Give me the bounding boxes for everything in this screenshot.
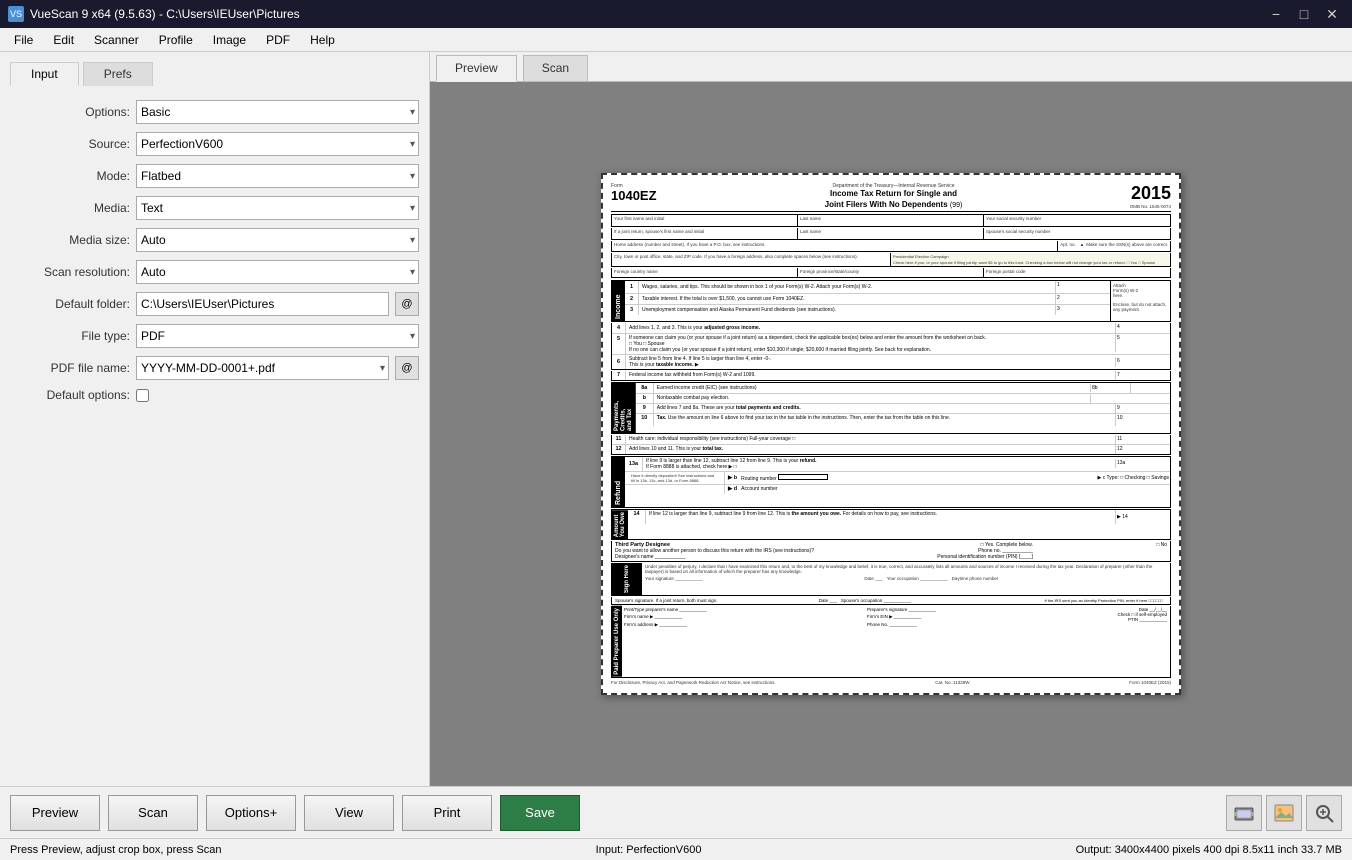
menu-image[interactable]: Image bbox=[203, 31, 256, 49]
image-icon-button[interactable] bbox=[1266, 795, 1302, 831]
menu-edit[interactable]: Edit bbox=[43, 31, 84, 49]
default-folder-input[interactable] bbox=[136, 292, 389, 316]
tab-input[interactable]: Input bbox=[10, 62, 79, 86]
menu-help[interactable]: Help bbox=[300, 31, 345, 49]
source-select-wrapper: PerfectionV600 Flatbed ▾ bbox=[136, 132, 419, 156]
media-size-row: Media size: Auto Letter A4 ▾ bbox=[10, 228, 419, 252]
default-folder-label: Default folder: bbox=[10, 297, 130, 311]
app-body: Input Prefs Options: Basic Standard Prof… bbox=[0, 52, 1352, 860]
media-row: Media: Text Photo ▾ bbox=[10, 196, 419, 220]
options-row: Options: Basic Standard Professional ▾ bbox=[10, 100, 419, 124]
scan-resolution-row: Scan resolution: Auto 300 600 ▾ bbox=[10, 260, 419, 284]
file-type-select-wrapper: PDF JPEG TIFF ▾ bbox=[136, 324, 419, 348]
media-label: Media: bbox=[10, 201, 130, 215]
zoom-icon bbox=[1313, 802, 1335, 824]
minimize-button[interactable]: − bbox=[1264, 4, 1288, 24]
default-options-row: Default options: bbox=[10, 388, 419, 402]
toolbar-icons bbox=[1226, 795, 1342, 831]
tab-prefs[interactable]: Prefs bbox=[83, 62, 153, 86]
image-icon bbox=[1273, 802, 1295, 824]
source-label: Source: bbox=[10, 137, 130, 151]
status-bar: Press Preview, adjust crop box, press Sc… bbox=[0, 838, 1352, 860]
status-middle: Input: PerfectionV600 bbox=[596, 844, 702, 856]
print-button[interactable]: Print bbox=[402, 795, 492, 831]
default-options-label: Default options: bbox=[10, 388, 130, 402]
file-type-row: File type: PDF JPEG TIFF ▾ bbox=[10, 324, 419, 348]
zoom-icon-button[interactable] bbox=[1306, 795, 1342, 831]
left-panel: Input Prefs Options: Basic Standard Prof… bbox=[0, 52, 430, 786]
save-button[interactable]: Save bbox=[500, 795, 580, 831]
mode-select[interactable]: Flatbed ADF bbox=[136, 164, 419, 188]
options-plus-button[interactable]: Options+ bbox=[206, 795, 296, 831]
options-label: Options: bbox=[10, 105, 130, 119]
pdf-filename-label: PDF file name: bbox=[10, 361, 130, 375]
scanner-icon bbox=[1233, 802, 1255, 824]
preview-tab-area: Preview Scan bbox=[430, 52, 1352, 82]
content-area: Input Prefs Options: Basic Standard Prof… bbox=[0, 52, 1352, 786]
options-select[interactable]: Basic Standard Professional bbox=[136, 100, 419, 124]
source-select[interactable]: PerfectionV600 Flatbed bbox=[136, 132, 419, 156]
media-size-label: Media size: bbox=[10, 233, 130, 247]
menu-file[interactable]: File bbox=[4, 31, 43, 49]
file-type-label: File type: bbox=[10, 329, 130, 343]
options-select-wrapper: Basic Standard Professional ▾ bbox=[136, 100, 419, 124]
app-icon: VS bbox=[8, 6, 24, 22]
media-select-wrapper: Text Photo ▾ bbox=[136, 196, 419, 220]
scan-resolution-label: Scan resolution: bbox=[10, 265, 130, 279]
media-select[interactable]: Text Photo bbox=[136, 196, 419, 220]
maximize-button[interactable]: □ bbox=[1292, 4, 1316, 24]
right-panel: Preview Scan Form 1040EZ Department of bbox=[430, 52, 1352, 786]
title-bar: VS VueScan 9 x64 (9.5.63) - C:\Users\IEU… bbox=[0, 0, 1352, 28]
pdf-filename-button[interactable]: @ bbox=[395, 356, 419, 380]
scan-icon-button[interactable] bbox=[1226, 795, 1262, 831]
mode-select-wrapper: Flatbed ADF ▾ bbox=[136, 164, 419, 188]
tab-preview[interactable]: Preview bbox=[436, 55, 517, 82]
tab-scan-view[interactable]: Scan bbox=[523, 55, 588, 81]
default-folder-button[interactable]: @ bbox=[395, 292, 419, 316]
media-size-select[interactable]: Auto Letter A4 bbox=[136, 228, 419, 252]
scan-resolution-select[interactable]: Auto 300 600 bbox=[136, 260, 419, 284]
menu-pdf[interactable]: PDF bbox=[256, 31, 300, 49]
menu-scanner[interactable]: Scanner bbox=[84, 31, 149, 49]
menu-profile[interactable]: Profile bbox=[149, 31, 203, 49]
file-type-select[interactable]: PDF JPEG TIFF bbox=[136, 324, 419, 348]
pdf-filename-select[interactable]: YYYY-MM-DD-0001+.pdf bbox=[136, 356, 389, 380]
document-preview: Form 1040EZ Department of the Treasury—I… bbox=[601, 173, 1181, 694]
menu-bar: File Edit Scanner Profile Image PDF Help bbox=[0, 28, 1352, 52]
status-left: Press Preview, adjust crop box, press Sc… bbox=[10, 844, 222, 856]
status-right: Output: 3400x4400 pixels 400 dpi 8.5x11 … bbox=[1076, 844, 1342, 856]
preview-area: Form 1040EZ Department of the Treasury—I… bbox=[430, 82, 1352, 786]
preview-button[interactable]: Preview bbox=[10, 795, 100, 831]
bottom-toolbar: Preview Scan Options+ View Print Save bbox=[0, 786, 1352, 838]
close-button[interactable]: ✕ bbox=[1320, 4, 1344, 24]
title-bar-text: VueScan 9 x64 (9.5.63) - C:\Users\IEUser… bbox=[30, 7, 300, 21]
default-folder-row: Default folder: @ bbox=[10, 292, 419, 316]
source-row: Source: PerfectionV600 Flatbed ▾ bbox=[10, 132, 419, 156]
mode-label: Mode: bbox=[10, 169, 130, 183]
scan-button[interactable]: Scan bbox=[108, 795, 198, 831]
view-button[interactable]: View bbox=[304, 795, 394, 831]
default-options-checkbox[interactable] bbox=[136, 389, 149, 402]
mode-row: Mode: Flatbed ADF ▾ bbox=[10, 164, 419, 188]
pdf-filename-row: PDF file name: YYYY-MM-DD-0001+.pdf ▾ @ bbox=[10, 356, 419, 380]
scan-resolution-select-wrapper: Auto 300 600 ▾ bbox=[136, 260, 419, 284]
media-size-select-wrapper: Auto Letter A4 ▾ bbox=[136, 228, 419, 252]
